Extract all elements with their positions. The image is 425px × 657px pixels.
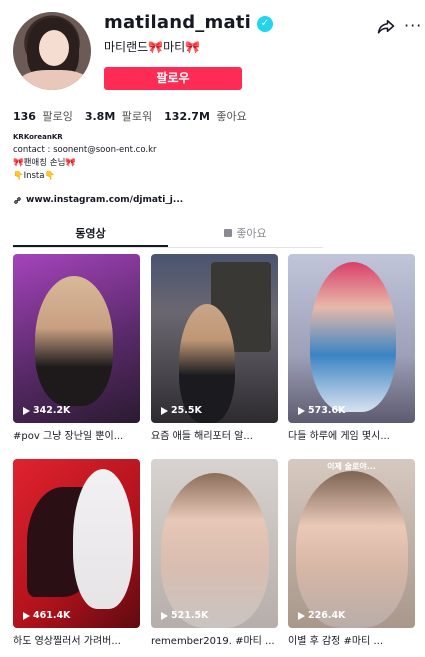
video-thumbnail[interactable]: 573.6K (288, 254, 415, 423)
view-count: 342.2K (23, 405, 70, 416)
play-icon (23, 611, 30, 620)
video-thumbnail[interactable]: 461.4K (13, 459, 140, 628)
video-caption: 다들 하루에 게임 몇시... (288, 431, 390, 442)
username: matiland_mati (104, 12, 251, 33)
video-card[interactable]: 이제 술로야... 226.4K 이별 후 감정 #마티 ... (288, 459, 415, 647)
tab-videos[interactable]: 동영상 (13, 223, 168, 247)
thumbnail-figure (73, 469, 133, 609)
bio-line-1: KRKoreanKR (13, 133, 63, 141)
profile-header: matiland_mati ✓ 마티랜드🎀마티🎀 ··· 팔로우 (0, 0, 425, 100)
link-icon (14, 196, 21, 204)
video-card[interactable]: 573.6K 다들 하루에 게임 몇시... (288, 254, 415, 442)
play-icon (161, 406, 168, 415)
video-card[interactable]: 521.5K remember2019. #마티 ... (151, 459, 278, 647)
view-count: 226.4K (298, 610, 345, 621)
thumbnail-figure (310, 262, 396, 412)
follow-button[interactable]: 팔로우 (104, 67, 242, 90)
view-count: 573.6K (298, 405, 345, 416)
following-count: 136 (13, 110, 36, 123)
video-card[interactable]: 25.5K 요즘 애들 해리포터 알... (151, 254, 278, 442)
video-thumbnail[interactable]: 521.5K (151, 459, 278, 628)
followers-label: 팔로워 (121, 110, 153, 123)
avatar-face-shape (39, 30, 69, 66)
thumbnail-figure (296, 471, 408, 628)
more-dots-icon[interactable]: ··· (404, 16, 422, 35)
bio-line-3: 🎀팬애칭 손님🎀 (13, 158, 76, 168)
video-card[interactable]: 461.4K 하도 영상찔러서 가려버... (13, 459, 140, 647)
lock-icon (224, 229, 233, 237)
profile-link-text: www.instagram.com/djmati_j... (26, 195, 184, 205)
play-icon (298, 406, 305, 415)
play-icon (23, 406, 30, 415)
tab-liked-label: 좋아요 (236, 227, 267, 240)
video-thumbnail[interactable]: 342.2K (13, 254, 140, 423)
followers-count: 3.8M (84, 110, 116, 123)
play-icon (298, 611, 305, 620)
video-caption: 하도 영상찔러서 가려버... (13, 636, 121, 647)
view-count: 25.5K (161, 405, 202, 416)
video-thumbnail[interactable]: 이제 술로야... 226.4K (288, 459, 415, 628)
bio: KRKoreanKR contact : soonent@soon-ent.co… (13, 131, 157, 183)
share-arrow-icon[interactable] (377, 17, 395, 35)
following-label: 팔로잉 (42, 110, 73, 123)
play-icon (161, 611, 168, 620)
nickname: 마티랜드🎀마티🎀 (104, 40, 201, 54)
view-count: 521.5K (161, 610, 208, 621)
video-caption: remember2019. #마티 ... (151, 636, 275, 647)
video-thumbnail[interactable]: 25.5K (151, 254, 278, 423)
bio-line-4: 👇Insta👇 (13, 171, 56, 181)
followers-stat[interactable]: 3.8M 팔로워 (85, 108, 152, 124)
view-count: 461.4K (23, 610, 70, 621)
video-caption: #pov 그냥 장난일 뿐이... (13, 431, 124, 442)
avatar[interactable] (13, 12, 91, 90)
thumbnail-figure (161, 473, 269, 628)
video-caption: 이별 후 감정 #마티 ... (288, 636, 384, 647)
video-caption: 요즘 애들 해리포터 알... (151, 431, 253, 442)
likes-count: 132.7M (164, 110, 210, 123)
bio-line-2: contact : soonent@soon-ent.co.kr (13, 145, 157, 155)
profile-link[interactable]: www.instagram.com/djmati_j... (13, 195, 183, 205)
stats-row: 136 팔로잉 3.8M 팔로워 132.7M 좋아요 (13, 108, 247, 124)
video-card[interactable]: 342.2K #pov 그냥 장난일 뿐이... (13, 254, 140, 442)
avatar-shoulder-shape (19, 70, 89, 90)
tab-liked[interactable]: 좋아요 (168, 223, 323, 247)
likes-stat: 132.7M 좋아요 (164, 108, 247, 124)
likes-label: 좋아요 (216, 110, 247, 123)
following-stat[interactable]: 136 팔로잉 (13, 108, 73, 124)
content-tabs: 동영상 좋아요 (13, 223, 323, 248)
verified-icon: ✓ (257, 16, 273, 32)
thumbnail-figure (35, 276, 113, 406)
thumbnail-overlay-text: 이제 술로야... (327, 462, 376, 471)
